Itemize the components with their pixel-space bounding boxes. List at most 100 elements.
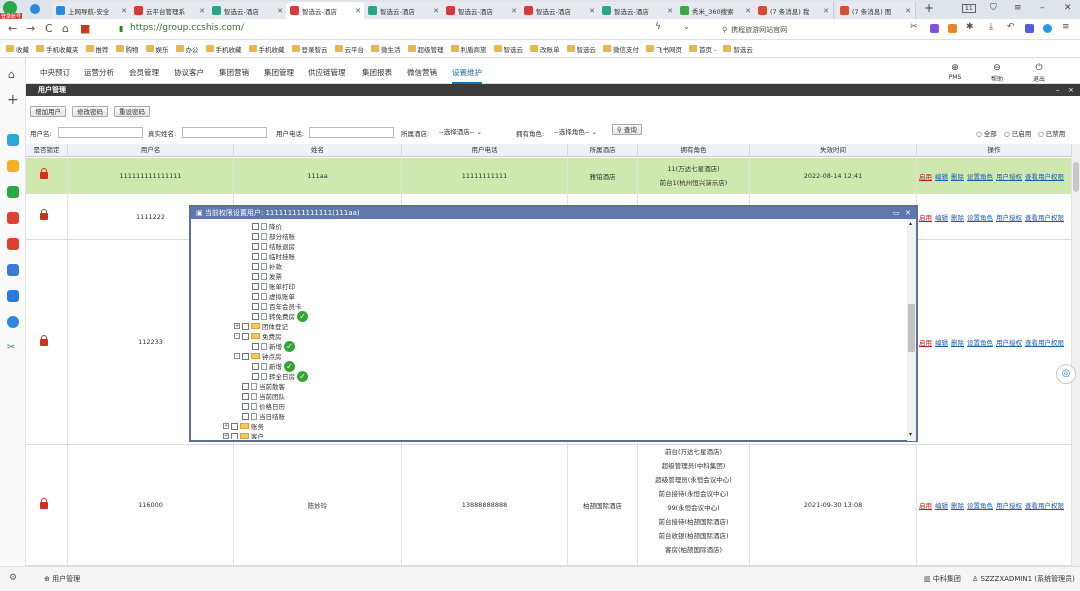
tree-node[interactable]: 新增 ✓ bbox=[252, 340, 295, 352]
row-action-link[interactable]: 启用 bbox=[919, 500, 932, 510]
undo-icon[interactable]: ↶ bbox=[1007, 22, 1015, 32]
phone-input[interactable] bbox=[309, 127, 394, 138]
tree-checkbox[interactable] bbox=[242, 412, 249, 420]
menu-tool-button[interactable]: ⏻ 退出 bbox=[1026, 63, 1052, 83]
menu-item[interactable]: 协议客户 bbox=[174, 67, 204, 78]
tree-node[interactable]: 转全日房 ✓ bbox=[252, 370, 308, 382]
tree-node[interactable]: 百年会员卡 bbox=[252, 301, 302, 311]
tree-checkbox[interactable] bbox=[252, 252, 259, 260]
row-action-link[interactable]: 删除 bbox=[951, 337, 964, 347]
add-icon[interactable]: + bbox=[7, 92, 19, 108]
tree-node[interactable]: - 免费房 bbox=[234, 331, 282, 341]
radio-disabled[interactable]: ○ 已禁用 bbox=[1038, 128, 1065, 138]
more-icon[interactable]: ≡ bbox=[1062, 22, 1070, 32]
browser-tab[interactable]: 上网导航-安全 ✕ bbox=[52, 2, 132, 19]
tree-checkbox[interactable] bbox=[252, 372, 259, 380]
row-action-link[interactable]: 编辑 bbox=[935, 337, 948, 347]
row-action-link[interactable]: 用户授权 bbox=[996, 212, 1022, 222]
tree-node[interactable]: 发票 bbox=[252, 271, 282, 281]
bookmark-item[interactable]: 手机收藏 bbox=[248, 44, 285, 54]
column-header[interactable]: 姓名 bbox=[234, 144, 402, 157]
extension-icon[interactable]: ■ bbox=[80, 22, 90, 35]
tree-checkbox[interactable] bbox=[242, 352, 249, 360]
refresh-icon[interactable]: C bbox=[45, 22, 53, 35]
row-action-link[interactable]: 编辑 bbox=[935, 500, 948, 510]
hotel-select[interactable]: --选择酒店-- ⌄ bbox=[439, 127, 482, 138]
change-password-button[interactable]: 修改密码 bbox=[72, 106, 108, 117]
realname-input[interactable] bbox=[182, 127, 267, 138]
unlock-icon[interactable] bbox=[39, 209, 48, 220]
expand-toggle-icon[interactable]: + bbox=[223, 433, 229, 439]
row-action-link[interactable]: 删除 bbox=[951, 212, 964, 222]
column-header[interactable]: 用户名 bbox=[68, 144, 234, 157]
tab-close-icon[interactable]: ✕ bbox=[511, 7, 517, 15]
browser-tab[interactable]: 智选云-酒店 ✕ bbox=[364, 2, 444, 19]
home-icon[interactable]: ⌂ bbox=[8, 68, 15, 81]
settings-icon[interactable]: ⚙ bbox=[9, 573, 17, 583]
game-app-icon[interactable] bbox=[7, 186, 19, 198]
expand-toggle-icon[interactable]: + bbox=[234, 323, 240, 329]
row-action-link[interactable]: 查看用户权限 bbox=[1025, 500, 1064, 510]
panel-close-button[interactable]: × bbox=[1068, 84, 1074, 96]
tree-checkbox[interactable] bbox=[242, 332, 249, 340]
tree-checkbox[interactable] bbox=[252, 262, 259, 270]
url-field[interactable]: https://group.ccshis.com/ bbox=[130, 23, 244, 33]
browser-tab[interactable]: 智选云-酒店 ✕ bbox=[286, 2, 366, 19]
tree-checkbox[interactable] bbox=[252, 302, 259, 310]
tree-node[interactable]: 临时挂账 bbox=[252, 251, 295, 261]
column-header[interactable]: 是否锁定 bbox=[26, 144, 68, 157]
row-action-link[interactable]: 用户授权 bbox=[996, 337, 1022, 347]
bookmark-item[interactable]: 登录智云 bbox=[291, 44, 328, 54]
lightning-icon[interactable]: ϟ bbox=[655, 22, 661, 32]
mail-app-icon[interactable] bbox=[7, 264, 19, 276]
tab-close-icon[interactable]: ✕ bbox=[905, 7, 911, 15]
row-action-link[interactable]: 启用 bbox=[919, 212, 932, 222]
bookmark-item[interactable]: 微生活 bbox=[371, 44, 401, 54]
bookmark-item[interactable]: 智选云 bbox=[723, 44, 753, 54]
browser-tab[interactable]: (7 条消息) 我 ✕ bbox=[754, 2, 834, 19]
tree-node[interactable]: + 团体登记 bbox=[234, 321, 288, 331]
row-action-link[interactable]: 编辑 bbox=[935, 171, 948, 181]
tree-checkbox[interactable] bbox=[252, 362, 259, 370]
app-icon[interactable] bbox=[930, 24, 939, 33]
bookmark-item[interactable]: 推荐 bbox=[85, 44, 109, 54]
expand-toggle-icon[interactable]: - bbox=[234, 353, 240, 359]
bookmark-item[interactable]: 智选云 bbox=[493, 44, 523, 54]
row-action-link[interactable]: 用户授权 bbox=[996, 500, 1022, 510]
tree-checkbox[interactable] bbox=[252, 282, 259, 290]
tree-checkbox[interactable] bbox=[252, 312, 259, 320]
video-app-icon[interactable] bbox=[7, 238, 19, 250]
menu-item[interactable]: 集团管理 bbox=[264, 67, 294, 78]
browser-tab[interactable]: 云平台管理系 ✕ bbox=[130, 2, 210, 19]
table-scrollbar[interactable] bbox=[1072, 144, 1080, 566]
radio-all[interactable]: ○ 全部 bbox=[976, 128, 997, 138]
dialog-scrollbar-thumb[interactable] bbox=[908, 304, 915, 352]
unlock-icon[interactable] bbox=[39, 168, 48, 179]
menu-item[interactable]: 微信营销 bbox=[407, 67, 437, 78]
bookmark-item[interactable]: 首页 - bbox=[689, 44, 716, 54]
row-action-link[interactable]: 设置角色 bbox=[967, 212, 993, 222]
tree-checkbox[interactable] bbox=[242, 322, 249, 330]
row-action-link[interactable]: 设置角色 bbox=[967, 171, 993, 181]
radio-enabled[interactable]: ○ 已启用 bbox=[1004, 128, 1031, 138]
reset-password-button[interactable]: 重设密码 bbox=[114, 106, 150, 117]
tree-node[interactable]: 降价 bbox=[252, 221, 282, 231]
scroll-down-icon[interactable]: ▾ bbox=[909, 431, 912, 438]
scroll-up-icon[interactable]: ▴ bbox=[909, 220, 912, 227]
row-action-link[interactable]: 查看用户权限 bbox=[1025, 337, 1064, 347]
bookmark-item[interactable]: 云平台 bbox=[334, 44, 364, 54]
tree-node[interactable]: - 钟点房 bbox=[234, 351, 282, 361]
status-page-tab[interactable]: ⊕ 用户管理 bbox=[44, 574, 80, 584]
menu-item[interactable]: 会员管理 bbox=[129, 67, 159, 78]
tab-close-icon[interactable]: ✕ bbox=[589, 7, 595, 15]
tree-node[interactable]: + 客户 bbox=[223, 431, 264, 439]
bookmark-item[interactable]: 娱乐 bbox=[145, 44, 169, 54]
menu-item[interactable]: 供应链管理 bbox=[308, 67, 346, 78]
bookmark-item[interactable]: 智选云 bbox=[566, 44, 596, 54]
column-header[interactable]: 用户电话 bbox=[402, 144, 568, 157]
row-action-link[interactable]: 查看用户权限 bbox=[1025, 171, 1064, 181]
row-action-link[interactable]: 启用 bbox=[919, 337, 932, 347]
column-header[interactable]: 所属酒店 bbox=[568, 144, 638, 157]
tree-node[interactable]: 当前团队 bbox=[234, 391, 285, 401]
tree-checkbox[interactable] bbox=[252, 272, 259, 280]
